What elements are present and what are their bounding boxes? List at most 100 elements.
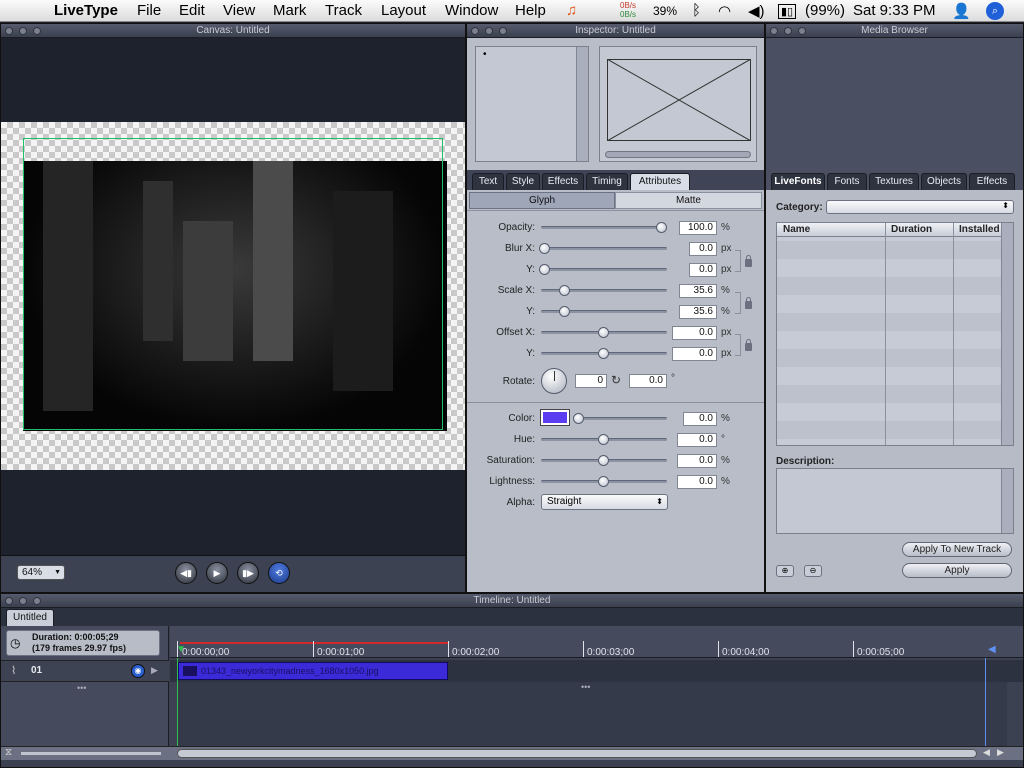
blur-y-slider-knob[interactable] — [539, 264, 550, 275]
subtab-glyph[interactable]: Glyph — [469, 192, 615, 209]
zoom-button[interactable] — [798, 27, 806, 35]
opacity-slider[interactable] — [541, 226, 667, 229]
battery-icon[interactable]: ▮▯ — [778, 4, 797, 19]
lightness-slider-knob[interactable] — [598, 476, 609, 487]
menu-help[interactable]: Help — [515, 2, 546, 19]
minimize-button[interactable] — [485, 27, 493, 35]
zoom-button[interactable] — [499, 27, 507, 35]
alpha-select[interactable]: Straight ⬍ — [541, 494, 668, 510]
scale-x-field[interactable]: 35.6 — [679, 284, 717, 298]
column-installed[interactable]: Installed — [959, 224, 1000, 235]
subtab-matte[interactable]: Matte — [615, 192, 762, 209]
splitter-handle[interactable]: ••• — [581, 682, 590, 692]
close-button[interactable] — [5, 27, 13, 35]
opacity-field[interactable]: 100.0 — [679, 221, 717, 235]
blur-x-slider-knob[interactable] — [539, 243, 550, 254]
lightness-field[interactable]: 0.0 — [677, 475, 717, 489]
itunes-icon[interactable]: ♫ — [566, 2, 577, 19]
clip[interactable]: 01343_newyorkcitymadness_1680x1050.jpg — [178, 662, 448, 680]
scrollbar[interactable] — [576, 47, 588, 161]
volume-icon[interactable]: ◀) — [748, 2, 765, 20]
blur-y-field[interactable]: 0.0 — [689, 263, 717, 277]
user-icon[interactable]: 👤 — [952, 2, 971, 20]
minimize-button[interactable] — [784, 27, 792, 35]
bluetooth-icon[interactable]: ᛒ — [692, 2, 701, 19]
menu-view[interactable]: View — [223, 2, 255, 19]
close-button[interactable] — [5, 597, 13, 605]
wifi-icon[interactable]: ◠ — [718, 2, 731, 20]
tab-effects-media[interactable]: Effects — [969, 173, 1015, 190]
rotate-degrees-field[interactable]: 0.0 — [629, 374, 667, 388]
lock-icon[interactable] — [745, 297, 752, 309]
tab-text[interactable]: Text — [472, 173, 504, 190]
menu-file[interactable]: File — [137, 2, 161, 19]
remove-icon[interactable]: ⊖ — [804, 565, 822, 577]
apply-button[interactable]: Apply — [902, 563, 1012, 578]
menu-window[interactable]: Window — [445, 2, 498, 19]
tab-style[interactable]: Style — [506, 173, 540, 190]
color-slider-knob[interactable] — [573, 413, 584, 424]
blur-x-field[interactable]: 0.0 — [689, 242, 717, 256]
blur-y-slider[interactable] — [541, 268, 667, 271]
lock-icon[interactable] — [745, 255, 752, 267]
play-button[interactable]: ▶ — [206, 562, 228, 584]
hue-slider-knob[interactable] — [598, 434, 609, 445]
add-icon[interactable]: ⊕ — [776, 565, 794, 577]
saturation-slider-knob[interactable] — [598, 455, 609, 466]
battery-percent[interactable]: (99%) — [805, 2, 845, 19]
menu-mark[interactable]: Mark — [273, 2, 306, 19]
rotate-dial[interactable] — [541, 368, 567, 394]
hue-field[interactable]: 0.0 — [677, 433, 717, 447]
forward-button[interactable]: ▮▶ — [237, 562, 259, 584]
scale-x-slider-knob[interactable] — [559, 285, 570, 296]
track-enable-icon[interactable]: ◉ — [131, 664, 145, 678]
tab-timing[interactable]: Timing — [586, 173, 628, 190]
disclosure-triangle-icon[interactable]: ▶ — [151, 665, 158, 676]
preview-scrubber[interactable] — [605, 151, 751, 158]
offset-x-slider-knob[interactable] — [598, 327, 609, 338]
close-button[interactable] — [471, 27, 479, 35]
rotate-turns-field[interactable]: 0 — [575, 374, 607, 388]
rotate-arrow-icon[interactable]: ↻ — [611, 373, 621, 387]
scale-y-slider-knob[interactable] — [559, 306, 570, 317]
tab-fonts[interactable]: Fonts — [827, 173, 867, 190]
menu-layout[interactable]: Layout — [381, 2, 426, 19]
color-slider[interactable] — [575, 417, 667, 420]
opacity-slider-knob[interactable] — [656, 222, 667, 233]
loop-button[interactable]: ⟲ — [268, 562, 290, 584]
spotlight-icon[interactable]: ⌕ — [986, 2, 1004, 20]
text-entry-box[interactable]: • — [475, 46, 589, 162]
offset-y-field[interactable]: 0.0 — [672, 347, 717, 361]
track-row-header[interactable]: ⌇ 01 ◉ ▶ — [1, 660, 169, 682]
tab-objects[interactable]: Objects — [921, 173, 967, 190]
close-button[interactable] — [770, 27, 778, 35]
lock-icon[interactable] — [745, 339, 752, 351]
menu-edit[interactable]: Edit — [179, 2, 205, 19]
timeline-zoom-slider[interactable] — [21, 752, 161, 755]
zoom-button[interactable] — [33, 27, 41, 35]
zoom-out-icon[interactable]: ⧖ — [5, 747, 12, 758]
splitter-handle[interactable]: ••• — [77, 683, 86, 693]
menu-track[interactable]: Track — [325, 2, 362, 19]
offset-y-slider-knob[interactable] — [598, 348, 609, 359]
scrollbar[interactable] — [1001, 469, 1013, 533]
color-swatch[interactable] — [540, 409, 570, 426]
column-duration[interactable]: Duration — [891, 224, 932, 235]
offset-x-field[interactable]: 0.0 — [672, 326, 717, 340]
category-select[interactable]: ⬍ — [826, 200, 1014, 214]
paperclip-icon[interactable]: ⌇ — [11, 664, 16, 677]
app-menu[interactable]: LiveType — [54, 2, 118, 19]
tab-attributes[interactable]: Attributes — [630, 173, 690, 190]
apply-to-new-track-button[interactable]: Apply To New Track — [902, 542, 1012, 557]
saturation-field[interactable]: 0.0 — [677, 454, 717, 468]
color-field[interactable]: 0.0 — [683, 412, 717, 426]
minimize-button[interactable] — [19, 27, 27, 35]
column-name[interactable]: Name — [783, 224, 810, 235]
tab-effects[interactable]: Effects — [542, 173, 584, 190]
timeline-empty-area[interactable] — [177, 682, 1007, 752]
tab-textures[interactable]: Textures — [869, 173, 919, 190]
rewind-button[interactable]: ◀▮ — [175, 562, 197, 584]
zoom-button[interactable] — [33, 597, 41, 605]
scale-y-field[interactable]: 35.6 — [679, 305, 717, 319]
livefonts-list[interactable]: Name Duration Installed — [776, 222, 1014, 446]
